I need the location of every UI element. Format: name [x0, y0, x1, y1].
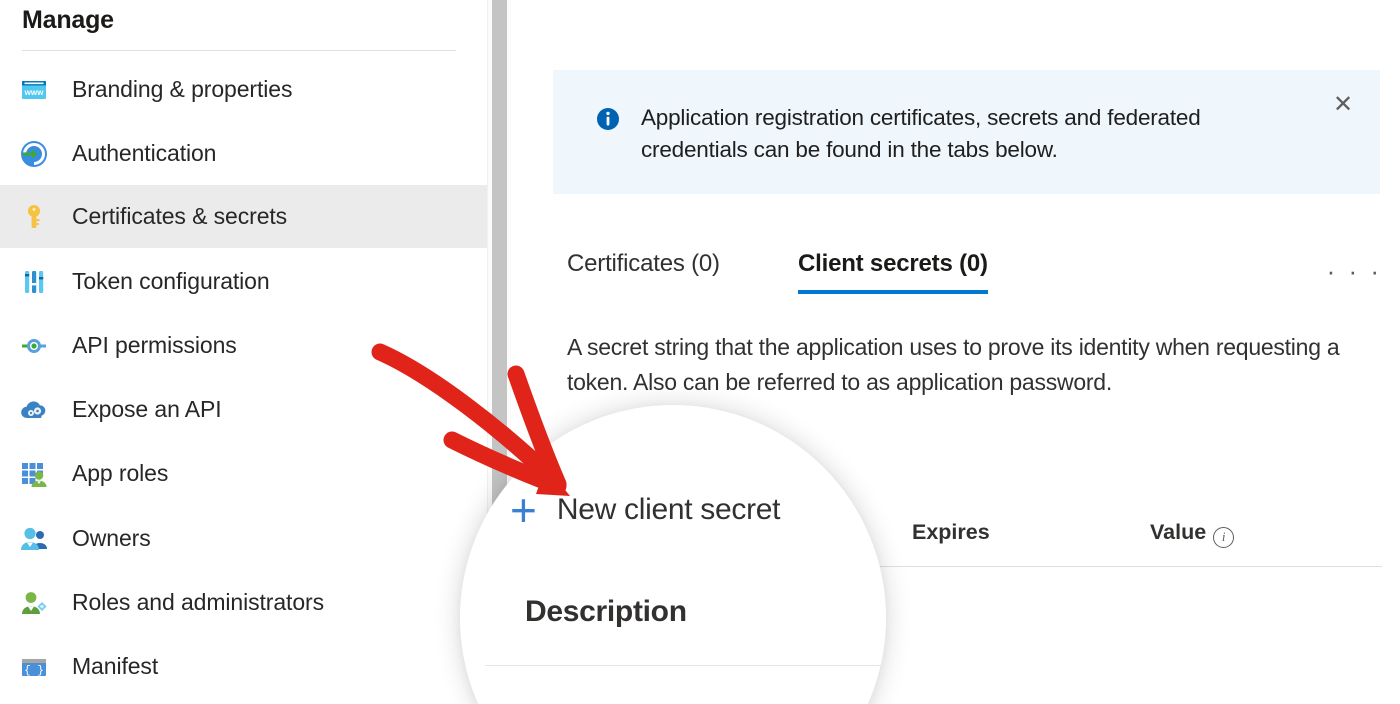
sidebar-item-branding-properties[interactable]: www Branding & properties — [0, 58, 487, 121]
tab-active-underline — [798, 290, 988, 294]
svg-text:www: www — [24, 88, 44, 97]
manifest-braces-icon: { } — [18, 651, 50, 683]
tab-label: Certificates (0) — [567, 250, 720, 277]
sidebar-item-api-permissions[interactable]: API permissions — [0, 314, 487, 377]
plus-icon: + — [510, 484, 537, 536]
sidebar-item-label: API permissions — [72, 332, 237, 358]
value-info-icon[interactable]: i — [1213, 527, 1235, 548]
sidebar-item-label: Branding & properties — [72, 76, 293, 102]
column-header-expires: Expires — [912, 520, 990, 544]
sidebar-item-label: Roles and administrators — [72, 589, 324, 615]
key-icon — [18, 201, 50, 233]
sidebar-item-roles-and-administrators[interactable]: Roles and administrators — [0, 571, 487, 634]
tab-certificates[interactable]: Certificates (0) — [567, 250, 720, 278]
owners-people-icon — [18, 523, 50, 555]
column-header-value-label: Value — [1150, 520, 1207, 544]
svg-text:{ }: { } — [24, 665, 44, 677]
column-header-value: Value i — [1150, 520, 1235, 548]
info-banner: Application registration certificates, s… — [553, 70, 1380, 194]
magnified-new-client-secret-button[interactable]: + New client secret — [510, 484, 781, 536]
sidebar-item-label: App roles — [72, 460, 169, 486]
sidebar-item-certificates-secrets[interactable]: Certificates & secrets — [0, 185, 487, 248]
sidebar-item-label: Authentication — [72, 140, 217, 166]
secrets-tabs: Certificates (0) Client secrets (0) · · … — [567, 250, 1382, 302]
sidebar-item-owners[interactable]: Owners — [0, 507, 487, 570]
token-configuration-icon — [18, 266, 50, 298]
manage-sidebar: Manage www Branding & properties Authent… — [0, 0, 487, 704]
api-permissions-icon — [18, 330, 50, 362]
sidebar-item-label: Manifest — [72, 653, 159, 679]
sidebar-section-title: Manage — [22, 6, 114, 34]
close-icon[interactable]: ✕ — [1326, 88, 1360, 122]
magnified-table-rule — [485, 665, 885, 666]
info-icon — [595, 106, 621, 132]
sidebar-item-label: Expose an API — [72, 396, 222, 422]
sidebar-item-app-roles[interactable]: App roles — [0, 442, 487, 505]
sidebar-item-label: Token configuration — [72, 268, 270, 294]
magnified-new-client-secret-label: New client secret — [556, 493, 781, 526]
sidebar-item-authentication[interactable]: Authentication — [0, 122, 487, 185]
sidebar-item-token-configuration[interactable]: Token configuration — [0, 250, 487, 313]
expose-api-cloud-icon — [18, 394, 50, 426]
roles-administrators-icon — [18, 587, 50, 619]
branding-icon: www — [18, 74, 50, 106]
sidebar-item-label: Owners — [72, 525, 151, 551]
sidebar-item-manifest[interactable]: { } Manifest — [0, 635, 487, 698]
client-secrets-description: A secret string that the application use… — [567, 334, 1340, 395]
info-banner-text: Application registration certificates, s… — [641, 105, 1201, 162]
sidebar-item-expose-an-api[interactable]: Expose an API — [0, 378, 487, 441]
sidebar-item-label: Certificates & secrets — [72, 203, 288, 229]
magnified-column-header-description: Description — [525, 595, 687, 628]
tab-overflow-menu-icon[interactable]: · · · — [1327, 258, 1382, 284]
app-roles-icon — [18, 458, 50, 490]
tab-label: Client secrets (0) — [798, 250, 988, 277]
azure-portal-certificates-secrets-screenshot: Manage www Branding & properties Authent… — [0, 0, 1400, 704]
authentication-icon — [18, 138, 50, 170]
tab-client-secrets[interactable]: Client secrets (0) — [798, 250, 988, 294]
sidebar-divider — [22, 50, 456, 51]
